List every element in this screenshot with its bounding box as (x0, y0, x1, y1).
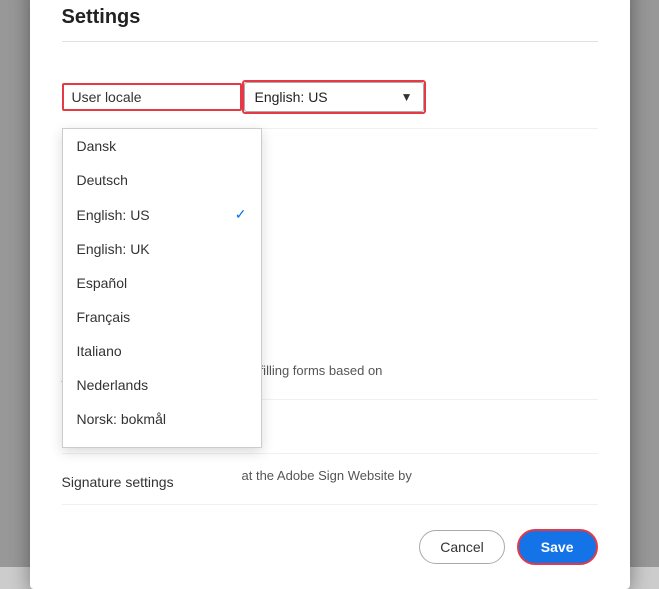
chevron-down-icon: ▼ (401, 90, 413, 104)
option-italiano[interactable]: Italiano (63, 334, 261, 368)
option-label: Português: Brasil (77, 445, 184, 448)
option-francais[interactable]: Français (63, 300, 261, 334)
option-label: Français (77, 309, 131, 325)
signature-settings-label: Signature settings (62, 468, 242, 490)
locale-dropdown-menu[interactable]: Dansk Deutsch English: US ✓ English: UK … (62, 128, 262, 448)
option-deutsch[interactable]: Deutsch (63, 163, 261, 197)
option-espanol[interactable]: Español (63, 266, 261, 300)
option-label: Italiano (77, 343, 122, 359)
locale-dropdown-box[interactable]: English: US ▼ (242, 80, 426, 114)
locale-dropdown-trigger[interactable]: English: US ▼ (244, 82, 424, 112)
signature-settings-content: at the Adobe Sign Website by (242, 468, 598, 483)
option-label: Nederlands (77, 377, 149, 393)
cancel-button[interactable]: Cancel (419, 530, 505, 564)
option-label: English: UK (77, 241, 150, 257)
auto-suggestions-content: en filling forms based on (242, 363, 598, 378)
signature-settings-row: Signature settings at the Adobe Sign Web… (62, 454, 598, 505)
option-norsk[interactable]: Norsk: bokmål (63, 402, 261, 436)
option-portugues[interactable]: Português: Brasil (63, 436, 261, 448)
modal-overlay: Settings User locale English: US ▼ Dansk (0, 0, 659, 567)
option-english-us[interactable]: English: US ✓ (63, 197, 261, 232)
check-icon: ✓ (235, 206, 247, 223)
modal-footer: Cancel Save (62, 529, 598, 565)
modal-title: Settings (62, 6, 598, 42)
option-nederlands[interactable]: Nederlands (63, 368, 261, 402)
user-locale-label: User locale (62, 83, 242, 111)
option-label: English: US (77, 207, 150, 223)
save-button[interactable]: Save (517, 529, 598, 565)
option-label: Español (77, 275, 128, 291)
option-dansk[interactable]: Dansk (63, 129, 261, 163)
locale-selected-value: English: US (255, 89, 328, 105)
user-locale-row: User locale English: US ▼ Dansk Deutsch (62, 66, 598, 129)
option-label: Deutsch (77, 172, 128, 188)
option-english-uk[interactable]: English: UK (63, 232, 261, 266)
user-locale-content: English: US ▼ Dansk Deutsch English: US … (242, 80, 598, 114)
option-label: Norsk: bokmål (77, 411, 166, 427)
settings-modal: Settings User locale English: US ▼ Dansk (30, 0, 630, 589)
option-label: Dansk (77, 138, 117, 154)
